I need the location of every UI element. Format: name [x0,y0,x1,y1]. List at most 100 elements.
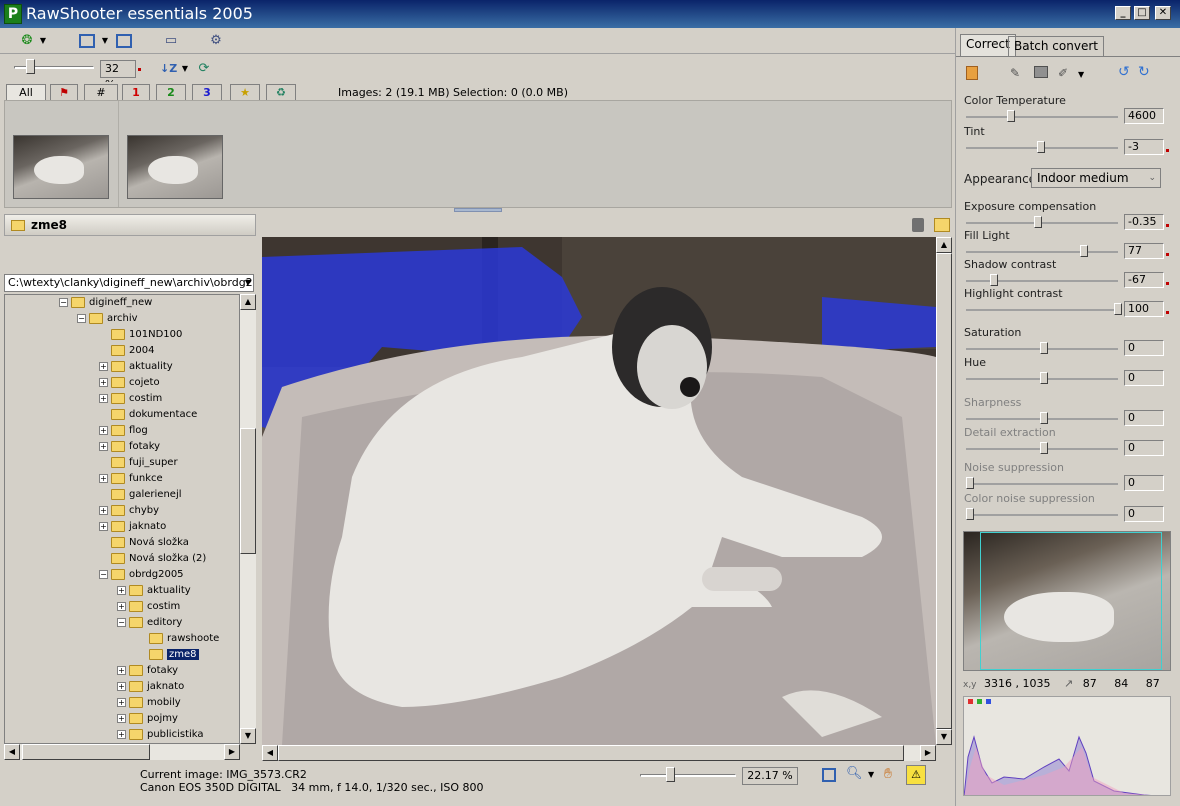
thumbnail-image-1[interactable] [13,135,109,199]
viewer-vscroll-thumb[interactable] [936,253,952,729]
scroll-up-icon[interactable]: ▲ [240,294,256,310]
tree-node[interactable]: + chyby [99,503,159,519]
param-slider-knob[interactable] [1040,342,1048,354]
param-slider-knob[interactable] [1040,372,1048,384]
viewer-scroll-right-icon[interactable]: ▶ [920,745,936,761]
scroll-left-icon[interactable]: ◀ [4,744,20,760]
tree-node[interactable]: Nová složka (2) [99,551,206,567]
expand-icon[interactable]: + [99,473,108,483]
paste-icon[interactable] [966,66,978,80]
param-slider[interactable] [966,280,1118,282]
viewer-scroll-up-icon[interactable]: ▲ [936,237,952,253]
new-folder-icon[interactable] [934,218,950,232]
param-value[interactable]: 0 [1124,340,1164,356]
viewer-vscrollbar[interactable]: ▲ ▼ [936,237,952,745]
param-slider[interactable] [966,309,1118,311]
tree-node[interactable]: 101ND100 [99,327,182,343]
view-zoom-slider[interactable] [640,774,736,777]
param-value[interactable]: -67 [1124,272,1164,288]
sort-dropdown-icon[interactable]: ▼ [180,60,190,78]
param-value[interactable]: 0 [1124,506,1164,522]
expand-icon[interactable]: + [117,585,126,595]
thumbnail-size-knob[interactable] [26,59,35,74]
collapse-icon[interactable]: − [99,569,108,579]
minimize-button[interactable]: _ [1115,6,1131,20]
maximize-button[interactable]: □ [1134,6,1150,20]
sort-icon[interactable]: ↓Z [160,60,177,78]
tree-node[interactable]: rawshoote [137,631,219,647]
expand-icon[interactable]: + [99,393,108,403]
tree-node[interactable]: + aktuality [99,359,173,375]
expand-icon[interactable]: + [99,505,108,515]
collapse-icon[interactable]: − [117,617,126,627]
rotate-left-icon[interactable]: ↺ [1118,64,1130,80]
copy-settings-icon[interactable] [912,218,924,232]
param-slider-knob[interactable] [1080,245,1088,257]
eyedropper-icon[interactable]: ✎ [1010,66,1020,80]
tree-node[interactable]: dokumentace [99,407,197,423]
expand-icon[interactable]: + [117,601,126,611]
help-icon[interactable]: ❂ [18,32,36,50]
brush-icon[interactable]: ✐ [1058,66,1068,80]
chevron-down-icon[interactable]: ⌄ [1148,169,1156,187]
viewer-hscroll-thumb[interactable] [278,745,904,761]
viewer-scroll-down-icon[interactable]: ▼ [936,729,952,745]
help-dropdown-icon[interactable]: ▼ [38,32,48,50]
expand-icon[interactable]: + [117,697,126,707]
tree-node[interactable]: galerienejl [99,487,182,503]
tree-node[interactable]: + costim [99,391,162,407]
tree-node[interactable]: + cojeto [99,375,160,391]
param-slider-knob[interactable] [1037,141,1045,153]
collapse-icon[interactable]: − [77,313,86,323]
viewer-scroll-left-icon[interactable]: ◀ [262,745,278,761]
warning-icon[interactable]: ⚠ [906,765,926,785]
param-slider-knob[interactable] [1034,216,1042,228]
collapse-icon[interactable]: − [59,297,68,307]
tree-node[interactable]: + jaknato [117,679,184,695]
param-value[interactable]: 4600 [1124,108,1164,124]
param-value[interactable]: 0 [1124,370,1164,386]
param-slider[interactable] [966,251,1118,253]
expand-icon[interactable]: + [99,521,108,531]
viewer-hscrollbar[interactable]: ◀ ▶ [262,745,936,761]
slideshow-icon[interactable]: ▭ [162,32,180,50]
expand-icon[interactable]: + [117,713,126,723]
scroll-thumb[interactable] [240,428,256,554]
thumbnail-image-2[interactable] [127,135,223,199]
param-slider[interactable] [966,514,1118,516]
close-button[interactable]: ✕ [1155,6,1171,20]
param-value[interactable]: -0.35 [1124,214,1164,230]
param-value[interactable]: 0 [1124,410,1164,426]
param-value[interactable]: -3 [1124,139,1164,155]
param-slider-knob[interactable] [1040,412,1048,424]
param-slider-knob[interactable] [1040,442,1048,454]
expand-icon[interactable]: + [117,681,126,691]
tree-node[interactable]: + fotaky [99,439,160,455]
folder-path-combo[interactable]: C:\wtexty\clanky\digineff_new\archiv\obr… [4,274,254,292]
tree-node[interactable]: zme8 [137,647,199,663]
tree-node[interactable]: − editory [117,615,182,631]
expand-icon[interactable]: + [117,665,126,675]
hscroll-thumb[interactable] [22,744,150,760]
expand-icon[interactable]: + [99,377,108,387]
folder-tree-hscrollbar[interactable]: ◀ ▶ [4,744,240,760]
tree-node[interactable]: + fotaky [117,663,178,679]
expand-icon[interactable]: + [99,441,108,451]
expand-icon[interactable]: + [99,361,108,371]
hand-tool-icon[interactable]: ✋︎ [884,766,892,782]
chevron-down-icon[interactable]: ▼ [245,275,251,291]
scroll-down-icon[interactable]: ▼ [240,728,256,744]
param-slider-knob[interactable] [966,508,974,520]
tree-node[interactable]: 2004 [99,343,154,359]
tree-node[interactable]: + aktuality [117,583,191,599]
tree-node[interactable]: + publicistika [117,727,204,743]
param-slider[interactable] [966,116,1118,118]
expand-icon[interactable]: + [117,729,126,739]
view-zoom-knob[interactable] [666,767,675,782]
tree-node[interactable]: Nová složka [99,535,189,551]
param-slider-knob[interactable] [990,274,998,286]
param-slider[interactable] [966,483,1118,485]
param-slider-knob[interactable] [1007,110,1015,122]
tree-node[interactable]: − archiv [77,311,138,327]
main-image-viewer[interactable] [262,237,936,745]
